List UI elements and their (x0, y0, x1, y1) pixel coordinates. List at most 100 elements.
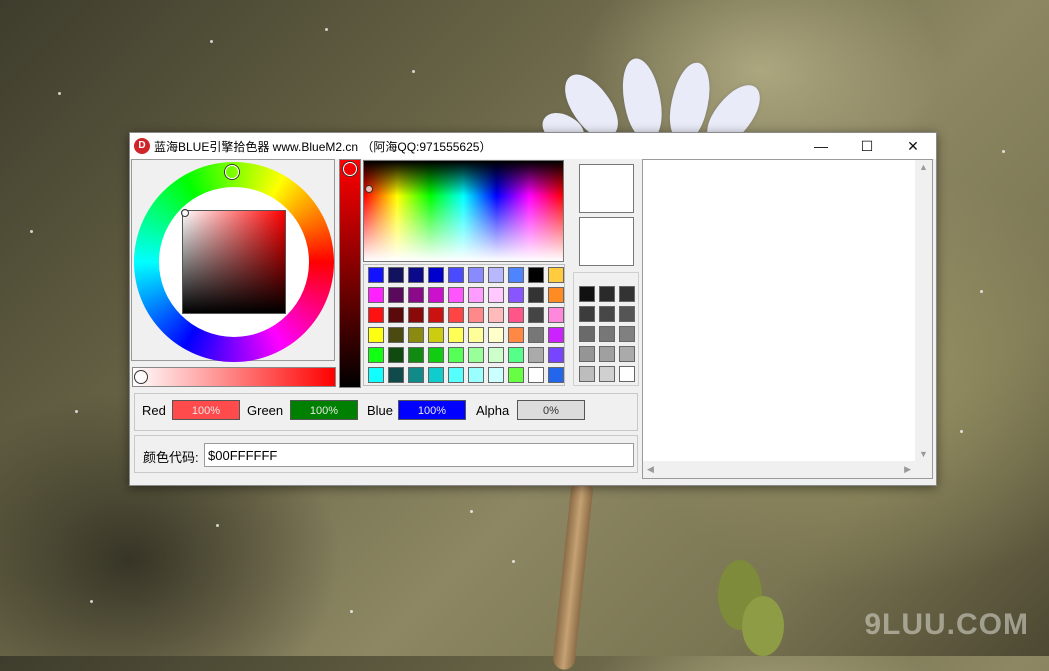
alpha-slider-handle[interactable] (134, 370, 148, 384)
scroll-right-arrow-icon[interactable]: ▶ (904, 464, 911, 475)
color-swatch[interactable] (528, 327, 544, 343)
color-swatch[interactable] (428, 307, 444, 323)
color-swatch[interactable] (448, 287, 464, 303)
color-swatch[interactable] (368, 367, 384, 383)
color-swatch[interactable] (508, 327, 524, 343)
color-swatch[interactable] (408, 267, 424, 283)
gray-swatch[interactable] (579, 366, 595, 382)
color-swatch[interactable] (508, 307, 524, 323)
scroll-up-arrow-icon[interactable]: ▲ (919, 162, 928, 172)
color-swatch[interactable] (448, 347, 464, 363)
color-spectrum[interactable] (363, 160, 564, 262)
color-swatch[interactable] (428, 267, 444, 283)
color-swatch[interactable] (408, 307, 424, 323)
gray-swatch[interactable] (579, 286, 595, 302)
green-value-field[interactable]: 100% (290, 400, 358, 420)
color-swatch[interactable] (508, 367, 524, 383)
color-swatch[interactable] (488, 347, 504, 363)
brightness-slider[interactable] (339, 159, 361, 388)
scroll-left-arrow-icon[interactable]: ◀ (647, 464, 654, 475)
saturation-marker-handle[interactable] (181, 209, 189, 217)
spectrum-marker-handle[interactable] (365, 185, 373, 193)
color-swatch[interactable] (388, 307, 404, 323)
color-swatch[interactable] (468, 267, 484, 283)
gray-swatch[interactable] (619, 286, 635, 302)
color-swatch[interactable] (468, 367, 484, 383)
gray-swatch[interactable] (579, 306, 595, 322)
color-swatch[interactable] (548, 307, 564, 323)
color-swatch[interactable] (448, 327, 464, 343)
color-swatch[interactable] (528, 287, 544, 303)
color-swatch[interactable] (488, 367, 504, 383)
color-swatch[interactable] (408, 347, 424, 363)
color-swatch[interactable] (388, 367, 404, 383)
color-swatch[interactable] (488, 307, 504, 323)
color-swatch[interactable] (548, 347, 564, 363)
gray-swatch[interactable] (579, 326, 595, 342)
color-swatch[interactable] (368, 347, 384, 363)
red-value-field[interactable]: 100% (172, 400, 240, 420)
color-swatch[interactable] (428, 287, 444, 303)
gray-swatch[interactable] (619, 366, 635, 382)
hue-marker-handle[interactable] (225, 165, 239, 179)
color-swatch[interactable] (448, 307, 464, 323)
alpha-value-field[interactable]: 0% (517, 400, 585, 420)
color-swatch[interactable] (388, 267, 404, 283)
color-swatch[interactable] (488, 267, 504, 283)
color-code-input[interactable] (204, 443, 634, 467)
color-swatch[interactable] (468, 287, 484, 303)
color-swatch[interactable] (548, 327, 564, 343)
color-swatch[interactable] (448, 267, 464, 283)
color-swatch[interactable] (528, 347, 544, 363)
color-swatch[interactable] (468, 327, 484, 343)
gray-swatch[interactable] (619, 326, 635, 342)
color-swatch[interactable] (488, 327, 504, 343)
color-swatch[interactable] (428, 347, 444, 363)
color-swatch[interactable] (368, 327, 384, 343)
color-swatch[interactable] (468, 307, 484, 323)
color-swatch[interactable] (528, 267, 544, 283)
color-swatch[interactable] (388, 327, 404, 343)
gray-swatch[interactable] (619, 346, 635, 362)
gray-swatch[interactable] (619, 306, 635, 322)
gray-swatch[interactable] (599, 306, 615, 322)
color-swatch[interactable] (508, 287, 524, 303)
color-swatch[interactable] (408, 287, 424, 303)
blue-value-field[interactable]: 100% (398, 400, 466, 420)
color-swatch[interactable] (368, 307, 384, 323)
color-history-list[interactable]: ▲ ▼ ◀ ▶ (642, 159, 933, 479)
maximize-button[interactable]: ☐ (844, 133, 890, 159)
color-swatch[interactable] (508, 347, 524, 363)
color-swatch[interactable] (368, 287, 384, 303)
gray-swatch[interactable] (579, 346, 595, 362)
gray-swatch[interactable] (599, 366, 615, 382)
gray-swatch[interactable] (599, 326, 615, 342)
color-swatch[interactable] (508, 267, 524, 283)
color-swatch[interactable] (368, 267, 384, 283)
gray-swatch[interactable] (599, 346, 615, 362)
saturation-value-square[interactable] (182, 210, 286, 314)
color-swatch[interactable] (428, 327, 444, 343)
color-swatch[interactable] (528, 307, 544, 323)
horizontal-scrollbar[interactable]: ◀ ▶ (643, 461, 915, 478)
brightness-slider-handle[interactable] (343, 162, 357, 176)
color-swatch[interactable] (388, 347, 404, 363)
color-swatch[interactable] (388, 287, 404, 303)
color-swatch[interactable] (488, 287, 504, 303)
color-swatch[interactable] (448, 367, 464, 383)
color-swatch[interactable] (428, 367, 444, 383)
title-bar[interactable]: D 蓝海BLUE引擎拾色器 www.BlueM2.cn （阿海QQ:971555… (130, 133, 936, 159)
close-button[interactable]: ✕ (890, 133, 936, 159)
gray-swatch[interactable] (599, 286, 615, 302)
scroll-down-arrow-icon[interactable]: ▼ (919, 449, 928, 459)
color-swatch[interactable] (408, 327, 424, 343)
color-swatch[interactable] (548, 367, 564, 383)
vertical-scrollbar[interactable]: ▲ ▼ (915, 160, 932, 461)
color-swatch[interactable] (528, 367, 544, 383)
alpha-slider[interactable] (132, 367, 336, 387)
color-swatch[interactable] (548, 267, 564, 283)
color-swatch[interactable] (548, 287, 564, 303)
color-swatch[interactable] (468, 347, 484, 363)
color-swatch[interactable] (408, 367, 424, 383)
minimize-button[interactable]: — (798, 133, 844, 159)
